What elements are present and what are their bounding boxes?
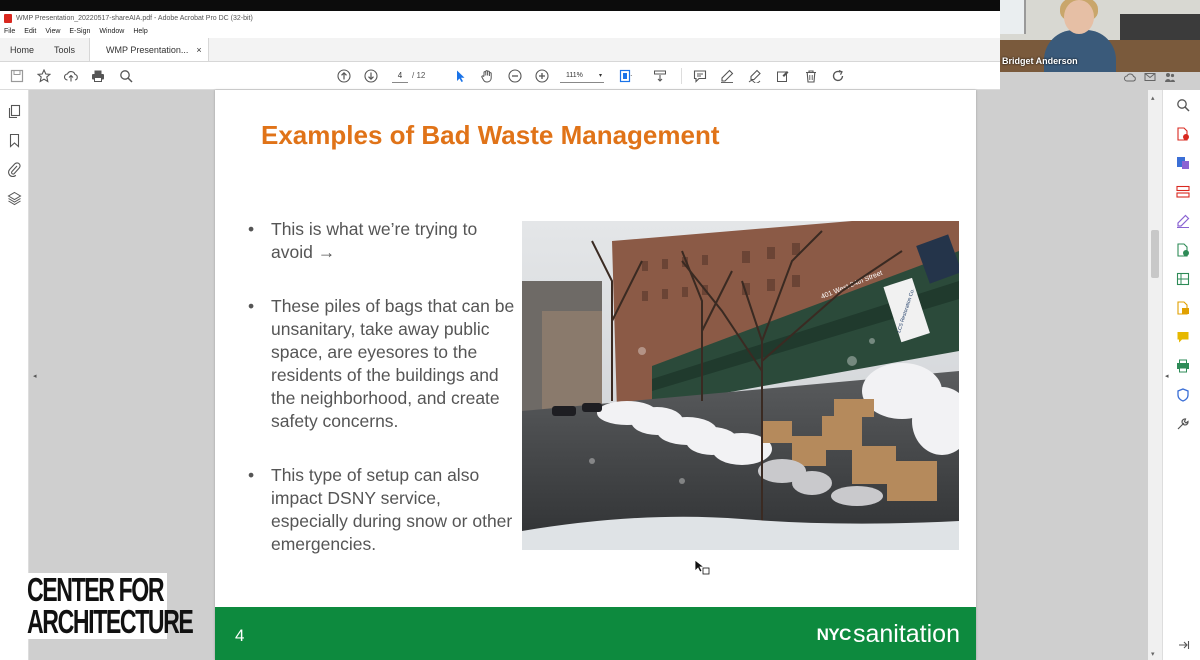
scrollbar-thumb[interactable] (1151, 230, 1159, 278)
organize-pages-icon[interactable] (1176, 185, 1190, 199)
save-icon[interactable] (9, 68, 25, 84)
collapse-right-panel-icon[interactable]: ◂ (1165, 372, 1169, 380)
search-zoom-icon[interactable] (1176, 98, 1190, 112)
bullet-marker: • (248, 465, 255, 485)
scroll-down-icon[interactable]: ▾ (1151, 650, 1155, 658)
zoom-in-icon[interactable] (534, 68, 550, 84)
tab-tools[interactable]: Tools (44, 38, 85, 61)
vertical-scrollbar[interactable]: ▴ ▾ (1148, 90, 1162, 660)
upload-cloud-icon[interactable] (63, 68, 79, 84)
participant-name: Bridget Anderson (1002, 56, 1078, 66)
document-canvas[interactable]: Examples of Bad Waste Management • This … (40, 90, 1148, 660)
acrobat-app-icon (4, 13, 12, 23)
scroll-mode-icon[interactable] (652, 68, 668, 84)
chevron-down-icon: ▾ (598, 73, 602, 79)
comment-icon[interactable] (692, 68, 708, 84)
people-icon[interactable] (1164, 70, 1176, 88)
fill-sign-icon[interactable] (1176, 214, 1190, 228)
tab-home[interactable]: Home (0, 38, 44, 61)
acrobat-window: WMP Presentation_20220517-shareAIA.pdf -… (0, 0, 1200, 660)
tab-bar: Home Tools WMP Presentation... × (0, 38, 1000, 62)
bullet-marker: • (248, 219, 255, 239)
menu-edit[interactable]: Edit (24, 28, 36, 35)
video-shelf (1120, 14, 1200, 42)
sign-icon[interactable] (747, 68, 763, 84)
logo-line-2: ARCHITECTURE (27, 603, 194, 640)
tab-document-label: WMP Presentation... (106, 44, 189, 55)
toolbar: 4 / 12 111% ▾ (0, 62, 1000, 90)
edit-icon[interactable] (775, 68, 791, 84)
menu-view[interactable]: View (45, 28, 60, 35)
video-tile-controls (1120, 70, 1200, 88)
title-bar: WMP Presentation_20220517-shareAIA.pdf -… (0, 11, 1000, 25)
export-icon[interactable] (1176, 301, 1190, 315)
window-title: WMP Presentation_20220517-shareAIA.pdf -… (16, 14, 253, 22)
menu-bar: File Edit View E-Sign Window Help (0, 25, 1000, 38)
logo-line-1: CENTER FOR (27, 571, 165, 608)
export-pdf-icon[interactable] (1176, 127, 1190, 141)
next-page-icon[interactable] (363, 68, 379, 84)
participant-face (1064, 0, 1094, 34)
hand-icon[interactable] (479, 68, 495, 84)
bullet-marker: • (248, 296, 255, 316)
page-number-input[interactable]: 4 (392, 69, 408, 83)
highlight-pen-icon[interactable] (719, 68, 735, 84)
slide-title: Examples of Bad Waste Management (261, 120, 720, 150)
zoom-level-select[interactable]: 111% ▾ (560, 69, 604, 83)
participant-video-tile: Bridget Anderson (1000, 0, 1200, 72)
print-production-icon[interactable] (1176, 359, 1190, 373)
bullet-text: These piles of bags that can be unsanita… (271, 296, 515, 431)
delete-icon[interactable] (803, 68, 819, 84)
zoom-level-value: 111% (566, 72, 583, 79)
bullet-item: • These piles of bags that can be unsani… (245, 295, 515, 433)
print-icon[interactable] (90, 68, 106, 84)
video-window (1000, 0, 1026, 34)
tools-pane: ◂ (1162, 90, 1200, 660)
slide-footer: 4 NYC sanitation (215, 607, 976, 660)
menu-esign[interactable]: E-Sign (69, 28, 90, 35)
page-total-label: / 12 (412, 71, 426, 80)
slide-page-number: 4 (235, 626, 245, 645)
scroll-up-icon[interactable]: ▴ (1151, 94, 1155, 102)
cloud-icon[interactable] (1124, 70, 1136, 88)
close-tab-icon[interactable]: × (196, 45, 201, 55)
bullet-item: • This type of setup can also impact DSN… (245, 464, 515, 556)
collapse-tools-icon[interactable] (1176, 638, 1190, 652)
bullet-list: • This is what we’re trying to avoid → •… (245, 218, 515, 587)
tab-document[interactable]: WMP Presentation... × (89, 38, 209, 61)
street-trash-photo: 401 West 24th Street LCS Restoration Co. (522, 221, 959, 550)
logo-sanitation: sanitation (852, 620, 960, 648)
attachment-icon[interactable] (7, 162, 22, 178)
search-zoom-icon[interactable] (118, 68, 134, 84)
layers-icon[interactable] (7, 191, 22, 206)
create-pdf-icon[interactable] (1176, 156, 1190, 170)
more-tools-icon[interactable] (1176, 417, 1190, 431)
comment-icon[interactable] (1176, 330, 1190, 344)
toolbar-divider (681, 68, 682, 84)
logo-nyc: NYC (816, 624, 852, 644)
bullet-text: This type of setup can also impact DSNY … (271, 465, 513, 554)
prev-page-icon[interactable] (336, 68, 352, 84)
protect-icon[interactable] (1176, 388, 1190, 402)
mail-icon[interactable] (1144, 70, 1156, 88)
nyc-sanitation-logo: NYC sanitation (817, 620, 960, 649)
bullet-text: This is what we’re trying to avoid → (271, 219, 478, 262)
edit-pdf-icon[interactable] (1176, 243, 1190, 257)
pages-icon[interactable] (7, 104, 22, 119)
center-for-architecture-logo: CENTER FOR ARCHITECTURE (25, 571, 194, 639)
fit-page-icon[interactable] (618, 68, 634, 84)
menu-window[interactable]: Window (99, 28, 124, 35)
bookmark-icon[interactable] (7, 133, 22, 148)
collapse-left-panel-icon[interactable]: ◂ (33, 372, 37, 380)
menu-help[interactable]: Help (133, 28, 147, 35)
rotate-icon[interactable] (830, 68, 846, 84)
compress-icon[interactable] (1176, 272, 1190, 286)
menu-file[interactable]: File (4, 28, 15, 35)
bullet-item: • This is what we’re trying to avoid → (245, 218, 515, 264)
zoom-out-icon[interactable] (507, 68, 523, 84)
mouse-cursor-icon (694, 559, 712, 577)
select-cursor-icon[interactable] (452, 68, 468, 84)
bookmark-star-icon[interactable] (36, 68, 52, 84)
slide-page: Examples of Bad Waste Management • This … (215, 90, 976, 660)
